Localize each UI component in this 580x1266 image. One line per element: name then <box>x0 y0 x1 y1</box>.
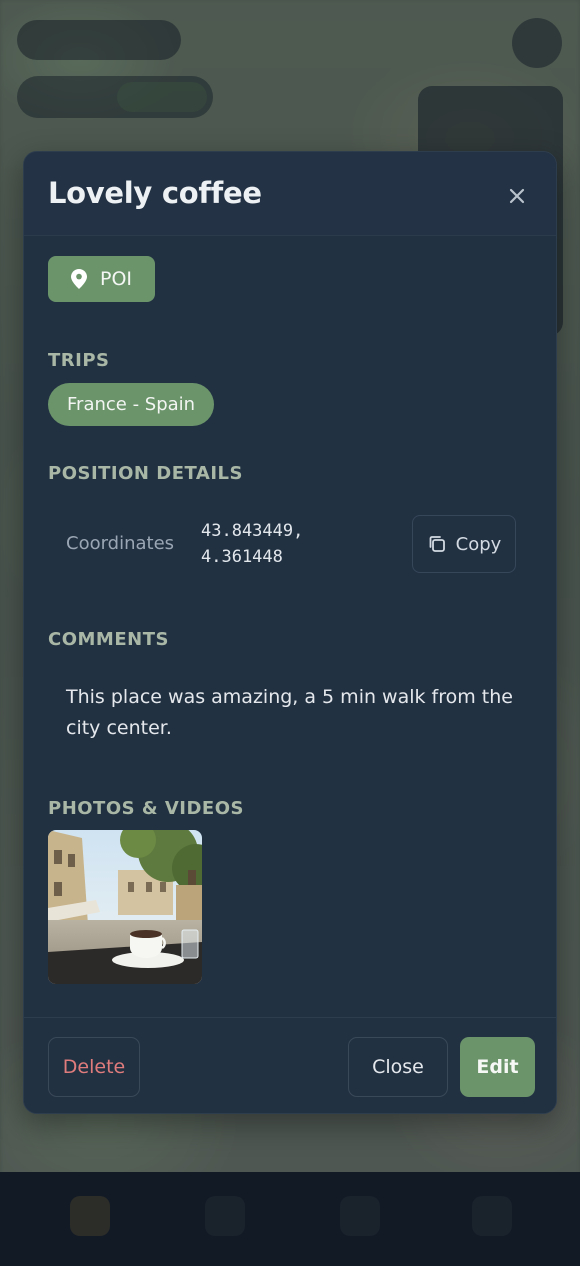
category-label: POI <box>100 268 133 290</box>
place-detail-modal: Lovely coffee POI TRIPS France - Spain P… <box>23 151 557 1114</box>
position-details-heading: POSITION DETAILS <box>48 463 243 484</box>
trip-chip[interactable]: France - Spain <box>48 383 215 426</box>
edit-button[interactable]: Edit <box>460 1037 535 1097</box>
delete-button[interactable]: Delete <box>48 1037 140 1097</box>
modal-footer: Delete Close Edit <box>24 1017 556 1113</box>
photo-image <box>48 830 202 984</box>
comment-text: This place was amazing, a 5 min walk fro… <box>66 686 513 739</box>
coordinates-value: 43.843449, 4.361448 <box>201 521 304 567</box>
category-badge: POI <box>48 256 155 302</box>
copy-coordinates-button[interactable]: Copy <box>412 515 516 573</box>
coordinates-row: Coordinates 43.843449, 4.361448 Copy <box>66 512 516 578</box>
photo-thumbnail[interactable] <box>48 830 202 984</box>
close-button[interactable]: Close <box>348 1037 448 1097</box>
trips-heading: TRIPS <box>48 350 110 371</box>
copy-label: Copy <box>455 533 502 555</box>
comments-heading: COMMENTS <box>48 629 169 650</box>
coordinates-label: Coordinates <box>66 533 175 554</box>
close-icon[interactable] <box>508 187 526 205</box>
copy-icon <box>429 536 445 552</box>
photos-videos-heading: PHOTOS & VIDEOS <box>48 798 244 819</box>
modal-title: Lovely coffee <box>48 176 262 210</box>
map-pin-icon <box>71 269 87 289</box>
modal-header: Lovely coffee <box>24 152 556 236</box>
